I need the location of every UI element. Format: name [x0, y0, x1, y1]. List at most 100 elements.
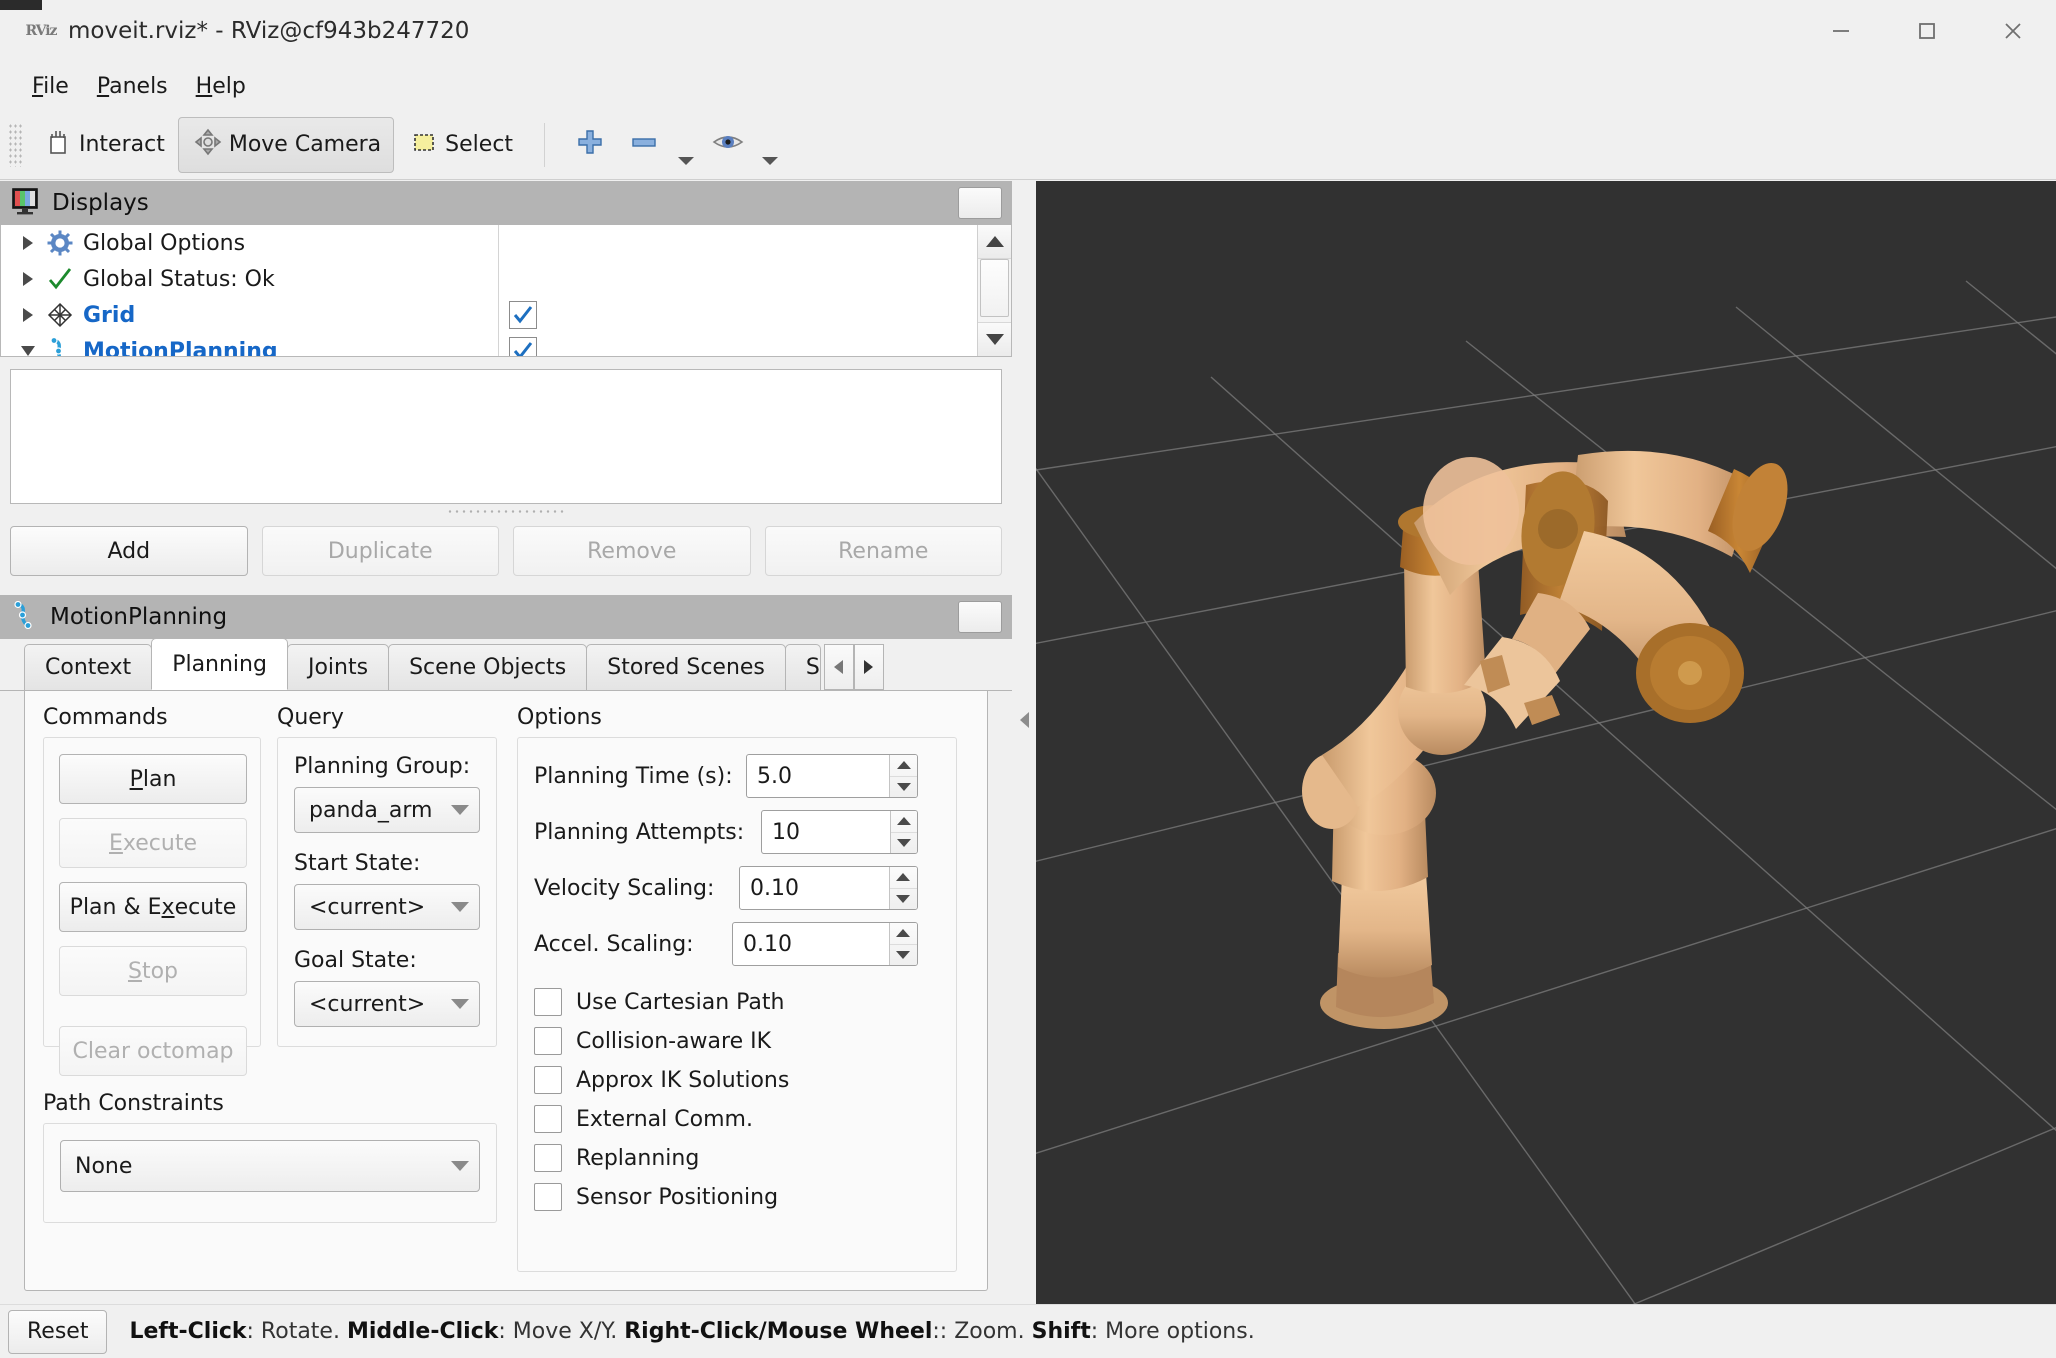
planning-attempts-stepper[interactable] — [761, 810, 918, 854]
tab-scene-objects[interactable]: Scene Objects — [388, 644, 588, 690]
accel-scaling-stepper[interactable] — [732, 922, 918, 966]
menu-panels[interactable]: Panels — [83, 70, 182, 103]
plus-icon — [573, 125, 607, 164]
start-state-label: Start State: — [294, 851, 421, 876]
tab-context[interactable]: Context — [24, 644, 153, 690]
collapse-arrow-icon[interactable] — [15, 346, 41, 356]
external-comm-checkbox[interactable] — [534, 1105, 562, 1133]
approx-ik-solutions-checkbox[interactable] — [534, 1066, 562, 1094]
rename-display-button[interactable]: Rename — [764, 526, 1002, 576]
accel-scaling-up-button[interactable] — [889, 923, 917, 945]
move-camera-tool-button[interactable]: Move Camera — [177, 116, 395, 173]
add-tool-button[interactable] — [563, 117, 617, 173]
collision-aware-ik-checkbox[interactable] — [534, 1027, 562, 1055]
maximize-button[interactable] — [1884, 0, 1970, 62]
sensor-positioning-row[interactable]: Sensor Positioning — [534, 1183, 940, 1211]
plan-and-execute-button[interactable]: Plan & Ex ecute — [59, 882, 247, 932]
path-constraints-select[interactable]: None — [60, 1140, 480, 1192]
move-camera-tool-label: Move Camera — [228, 132, 382, 157]
planning-time-input[interactable] — [747, 755, 890, 797]
velocity-scaling-input[interactable] — [740, 867, 889, 909]
duplicate-display-button[interactable]: Duplicate — [261, 526, 499, 576]
left-panel-collapse-handle[interactable] — [1014, 690, 1034, 750]
replanning-row[interactable]: Replanning — [534, 1144, 940, 1172]
minimize-button[interactable] — [1798, 0, 1884, 62]
toolbar-drag-handle[interactable] — [8, 122, 22, 167]
tree-item-grid-label: Grid — [83, 302, 136, 328]
approx-ik-solutions-row[interactable]: Approx IK Solutions — [534, 1066, 940, 1094]
planning-group-value: panda_arm — [309, 797, 433, 823]
scroll-up-button[interactable] — [978, 225, 1011, 259]
planning-attempts-spin-buttons[interactable] — [889, 811, 917, 854]
planning-time-stepper[interactable] — [746, 754, 918, 798]
use-cartesian-path-checkbox[interactable] — [534, 988, 562, 1016]
expand-arrow-icon-2[interactable] — [15, 272, 41, 286]
remove-tool-button[interactable] — [617, 117, 671, 173]
menu-help[interactable]: Help — [182, 70, 260, 103]
visibility-tool-button[interactable] — [701, 117, 755, 173]
collision-aware-ik-row[interactable]: Collision-aware IK — [534, 1027, 940, 1055]
planning-attempts-up-button[interactable] — [890, 811, 917, 833]
displays-float-button[interactable] — [958, 187, 1002, 219]
expand-arrow-icon[interactable] — [15, 236, 41, 250]
add-display-button[interactable]: Add — [10, 526, 248, 576]
planning-group-select[interactable]: panda_arm — [294, 787, 480, 833]
accel-scaling-input[interactable] — [733, 923, 889, 965]
tab-stored-scenes[interactable]: Stored Scenes — [586, 644, 786, 690]
accel-scaling-spin-buttons[interactable] — [888, 923, 917, 966]
accel-scaling-down-button[interactable] — [890, 945, 917, 966]
sensor-positioning-checkbox[interactable] — [534, 1183, 562, 1211]
scroll-down-button[interactable] — [978, 322, 1011, 356]
tab-scroll-right-button[interactable] — [853, 644, 884, 690]
chevron-down-icon-2 — [762, 156, 779, 165]
displays-tree-scrollbar[interactable] — [977, 225, 1011, 356]
planning-time-up-button[interactable] — [890, 755, 917, 777]
plan-button[interactable]: Plan — [59, 754, 247, 804]
scrollbar-thumb[interactable] — [980, 259, 1009, 317]
tree-item-grid[interactable]: Grid — [1, 297, 1011, 333]
planning-time-row: Planning Time (s): — [534, 754, 940, 798]
tree-item-motionplanning[interactable]: MotionPlanning — [1, 333, 1011, 356]
menu-file[interactable]: File — [18, 70, 83, 103]
execute-button[interactable]: Execute — [59, 818, 247, 868]
velocity-scaling-down-button[interactable] — [890, 889, 917, 910]
expand-arrow-icon-3[interactable] — [15, 308, 41, 322]
select-tool-button[interactable]: Select — [394, 117, 526, 173]
tree-item-global-status[interactable]: Global Status: Ok — [1, 261, 1011, 297]
close-button[interactable] — [1970, 0, 2056, 62]
clear-octomap-button[interactable]: Clear octomap — [59, 1026, 247, 1076]
planning-time-down-button[interactable] — [890, 777, 917, 798]
velocity-scaling-stepper[interactable] — [739, 866, 918, 910]
tree-item-grid-checkbox[interactable] — [509, 301, 537, 329]
options-group-box: Planning Time (s): Planning Attempts: — [517, 737, 957, 1272]
tab-planning[interactable]: Planning — [151, 638, 288, 690]
tab-stored-states[interactable]: S — [784, 644, 821, 690]
motion-planning-float-button[interactable] — [958, 601, 1002, 633]
goal-state-select[interactable]: <current> — [294, 981, 480, 1027]
start-state-select[interactable]: <current> — [294, 884, 480, 930]
remove-display-button[interactable]: Remove — [513, 526, 751, 576]
interact-tool-button[interactable]: Interact — [28, 117, 178, 173]
hint-key-shift: Shift — [1031, 1319, 1091, 1344]
options-group-title: Options — [517, 705, 602, 730]
planning-time-spin-buttons[interactable] — [889, 755, 917, 797]
planning-attempts-down-button[interactable] — [891, 833, 917, 854]
stop-button[interactable]: Stop — [59, 946, 247, 996]
remove-tool-dropdown[interactable] — [671, 117, 701, 173]
velocity-scaling-up-button[interactable] — [889, 867, 917, 889]
visibility-tool-dropdown[interactable] — [755, 117, 785, 173]
tab-joints[interactable]: Joints — [286, 644, 390, 690]
tree-item-motionplanning-checkbox[interactable] — [509, 337, 537, 356]
tree-item-global-options[interactable]: Global Options — [1, 225, 1011, 261]
external-comm-row[interactable]: External Comm. — [534, 1105, 940, 1133]
reset-button[interactable]: Reset — [8, 1309, 108, 1354]
tab-scroll-left-button[interactable] — [823, 644, 854, 690]
replanning-checkbox[interactable] — [534, 1144, 562, 1172]
use-cartesian-path-row[interactable]: Use Cartesian Path — [534, 988, 940, 1016]
tree-item-global-status-label: Global Status: Ok — [83, 266, 275, 292]
3d-viewport[interactable]: 16 fps CSDN @西木九 — [1036, 181, 2056, 1321]
displays-splitter-handle[interactable] — [446, 504, 566, 518]
velocity-scaling-spin-buttons[interactable] — [888, 867, 917, 910]
planning-attempts-input[interactable] — [762, 811, 890, 853]
caret-up-icon — [896, 761, 911, 770]
